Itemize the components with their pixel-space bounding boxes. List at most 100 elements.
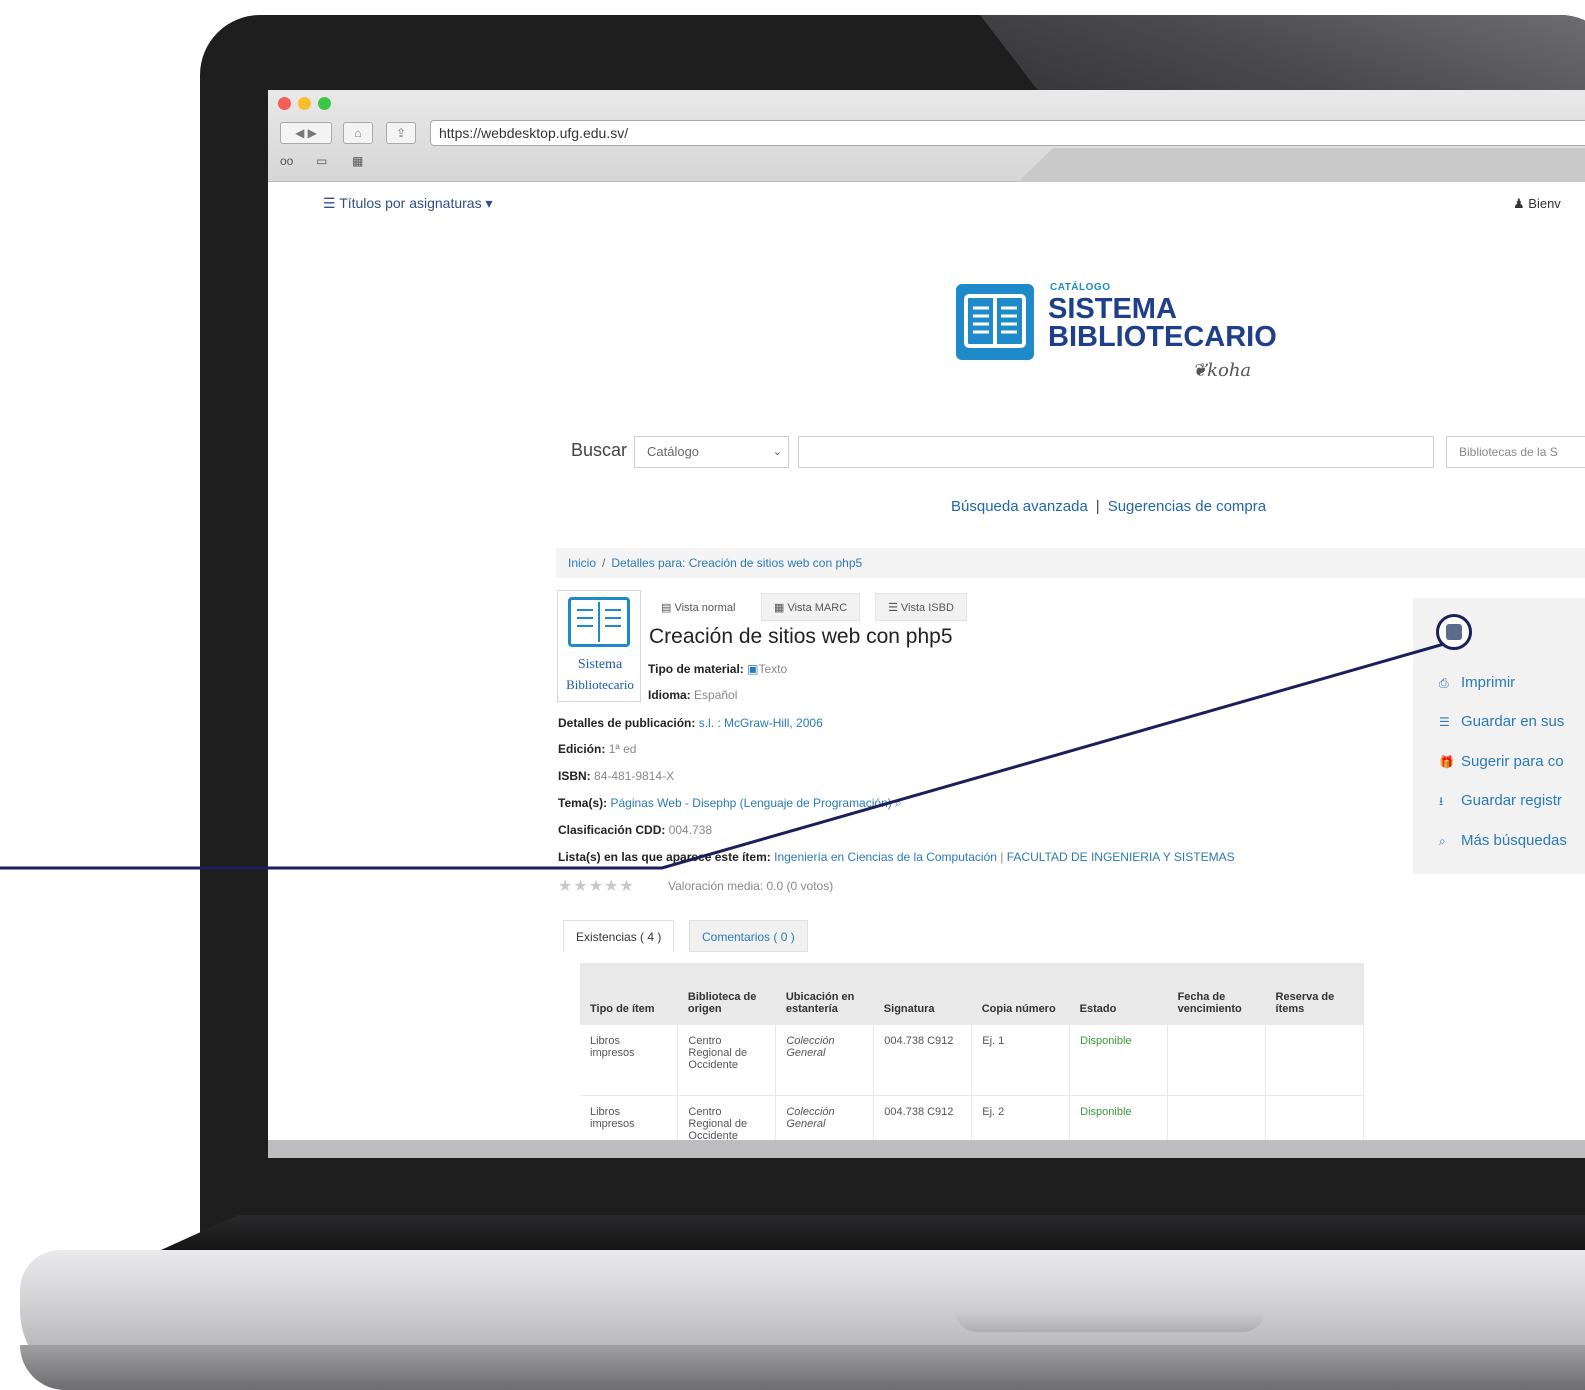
isbn-value: 84-481-9814-X: [594, 769, 675, 783]
minimize-window-button[interactable]: [298, 97, 311, 110]
cell-home-library: Centro Regional de Occidente: [677, 1025, 777, 1096]
table-icon: ▦: [774, 602, 788, 614]
class-value: 004.738: [668, 823, 713, 837]
top-sites-icon[interactable]: ▦: [352, 154, 363, 168]
col-due-date[interactable]: Fecha de vencimiento: [1167, 963, 1266, 1025]
library-select[interactable]: Bibliotecas de la S: [1446, 436, 1585, 468]
tab-marc-view[interactable]: ▦ Vista MARC: [761, 593, 861, 621]
cell-status: Disponible: [1069, 1025, 1169, 1096]
list-icon: ☰: [888, 602, 901, 614]
laptop-base-edge: [20, 1345, 1585, 1390]
gift-icon: 🎁: [1439, 755, 1454, 769]
address-bar[interactable]: https://webdesktop.ufg.edu.sv/: [430, 120, 1585, 146]
cover-text-2: Bibliotecario: [566, 677, 634, 692]
koha-leaf-icon: ❦: [1192, 360, 1208, 381]
callout-marker: [1436, 614, 1472, 650]
breadcrumb-separator: /: [602, 556, 606, 570]
book-icon: [956, 284, 1034, 360]
lists-label: Lista(s) en las que aparece este ítem:: [558, 850, 771, 864]
language: Idioma: Español: [648, 688, 737, 702]
holdings-table: Tipo de ítem Biblioteca de origen Ubicac…: [580, 963, 1364, 1158]
laptop-mockup: ◀ ▶ ⌂ ⇪ https://webdesktop.ufg.edu.sv/ o…: [0, 0, 1585, 1390]
material-type: Tipo de material: ▣Texto: [648, 662, 787, 676]
cover-text-1: Sistema: [577, 657, 623, 672]
language-value: Español: [694, 688, 738, 702]
col-item-type[interactable]: Tipo de ítem: [580, 963, 678, 1025]
star-rating[interactable]: ★★★★★: [558, 876, 635, 896]
welcome-text: Bienv: [1528, 196, 1561, 211]
more-searches-action[interactable]: ⌕ Más búsquedas: [1439, 832, 1567, 849]
table-row: Libros impresos Centro Regional de Occid…: [580, 1025, 1364, 1096]
back-forward-buttons[interactable]: ◀ ▶: [280, 122, 332, 144]
document-icon: ▤: [661, 602, 675, 614]
share-icon[interactable]: ⇪: [386, 122, 416, 144]
save-record-action[interactable]: ⭳ Guardar registr: [1439, 792, 1562, 813]
tab-strip: [1018, 148, 1585, 182]
bookmarks-icon[interactable]: ▭: [316, 154, 327, 168]
tab-marc-label: Vista MARC: [787, 602, 848, 614]
search-links: Búsqueda avanzada | Sugerencias de compra: [951, 498, 1266, 515]
tab-holdings[interactable]: Existencias ( 4 ): [563, 920, 675, 952]
search-input[interactable]: [798, 436, 1434, 468]
record-title: Creación de sitios web con php5: [649, 625, 953, 648]
edition: Edición: 1ª ed: [558, 742, 636, 756]
search-icon[interactable]: ⌕: [895, 796, 902, 810]
search-icon: ⌕: [1439, 834, 1446, 848]
reading-list-icon[interactable]: oo: [280, 154, 293, 168]
logo-subtitle: CATÁLOGO: [1050, 282, 1111, 293]
col-home-library[interactable]: Biblioteca de origen: [677, 963, 776, 1025]
koha-text: koha: [1207, 360, 1252, 381]
search-label: Buscar: [571, 440, 628, 460]
publication-value[interactable]: s.l. : McGraw-Hill, 2006: [699, 716, 823, 730]
breadcrumb-home[interactable]: Inicio: [568, 556, 596, 570]
list-link-2[interactable]: FACULTAD DE INGENIERIA Y SISTEMAS: [1007, 850, 1235, 864]
chevron-down-icon: ⌄: [772, 446, 782, 458]
laptop-keyboard-deck: [150, 1215, 1585, 1255]
cell-call-number: 004.738 C912: [873, 1025, 973, 1096]
cell-due: [1167, 1025, 1267, 1096]
col-status[interactable]: Estado: [1069, 963, 1168, 1025]
edition-value: 1ª ed: [608, 742, 637, 756]
print-label: Imprimir: [1461, 674, 1516, 691]
save-to-lists-action[interactable]: ☰ Guardar en sus: [1439, 713, 1564, 730]
edition-label: Edición:: [558, 742, 606, 756]
titles-by-subject-menu[interactable]: ☰ Títulos por asignaturas ▾: [323, 195, 493, 212]
class-label: Clasificación CDD:: [558, 823, 666, 837]
cell-copy: Ej. 1: [971, 1025, 1071, 1096]
purchase-suggestions-link[interactable]: Sugerencias de compra: [1108, 498, 1266, 515]
home-icon[interactable]: ⌂: [343, 122, 373, 144]
lists-separator: |: [1000, 850, 1004, 864]
subjects: Tema(s): Páginas Web - Disephp (Lenguaje…: [558, 796, 902, 811]
col-item-holds[interactable]: Reserva de ítems: [1265, 963, 1364, 1025]
col-call-number[interactable]: Signatura: [873, 963, 972, 1025]
koha-logo: ❦koha: [1192, 360, 1251, 381]
book-cover[interactable]: Sistema Bibliotecario: [557, 590, 641, 702]
list-link-1[interactable]: Ingeniería en Ciencias de la Computación: [774, 850, 997, 864]
language-label: Idioma:: [648, 688, 691, 702]
download-icon: ⭳: [1439, 794, 1444, 808]
subject-label: Tema(s):: [558, 796, 608, 810]
list-icon: ☰: [323, 195, 340, 211]
link-separator: |: [1095, 498, 1100, 515]
classification: Clasificación CDD: 004.738: [558, 823, 712, 837]
print-action[interactable]: ⎙ Imprimir: [1439, 674, 1515, 691]
print-icon: ⎙: [1439, 676, 1449, 690]
search-scope-select[interactable]: Catálogo ⌄: [634, 436, 789, 468]
breadcrumb-current[interactable]: Detalles para: Creación de sitios web co…: [611, 556, 862, 570]
lists: Lista(s) en las que aparece este ítem: I…: [558, 850, 1235, 864]
subject-value[interactable]: Páginas Web - Disephp (Lenguaje de Progr…: [610, 796, 891, 810]
tab-normal-view[interactable]: ▤ Vista normal: [648, 593, 749, 621]
breadcrumb: Inicio / Detalles para: Creación de sitios…: [556, 548, 1585, 578]
catalog-logo[interactable]: CATÁLOGO SISTEMA BIBLIOTECARIO ❦koha: [956, 280, 1277, 390]
user-welcome[interactable]: ♟ Bienv: [1513, 196, 1561, 212]
col-copy-number[interactable]: Copia número: [971, 963, 1070, 1025]
save-lists-label: Guardar en sus: [1461, 713, 1565, 730]
advanced-search-link[interactable]: Búsqueda avanzada: [951, 498, 1088, 515]
suggest-purchase-action[interactable]: 🎁 Sugerir para co: [1439, 753, 1564, 770]
zoom-window-button[interactable]: [318, 97, 331, 110]
tab-isbd-view[interactable]: ☰ Vista ISBD: [875, 593, 967, 621]
col-shelving-location[interactable]: Ubicación en estantería: [775, 963, 874, 1025]
tab-comments[interactable]: Comentarios ( 0 ): [689, 920, 808, 952]
more-searches-label: Más búsquedas: [1461, 832, 1567, 849]
close-window-button[interactable]: [278, 97, 291, 110]
